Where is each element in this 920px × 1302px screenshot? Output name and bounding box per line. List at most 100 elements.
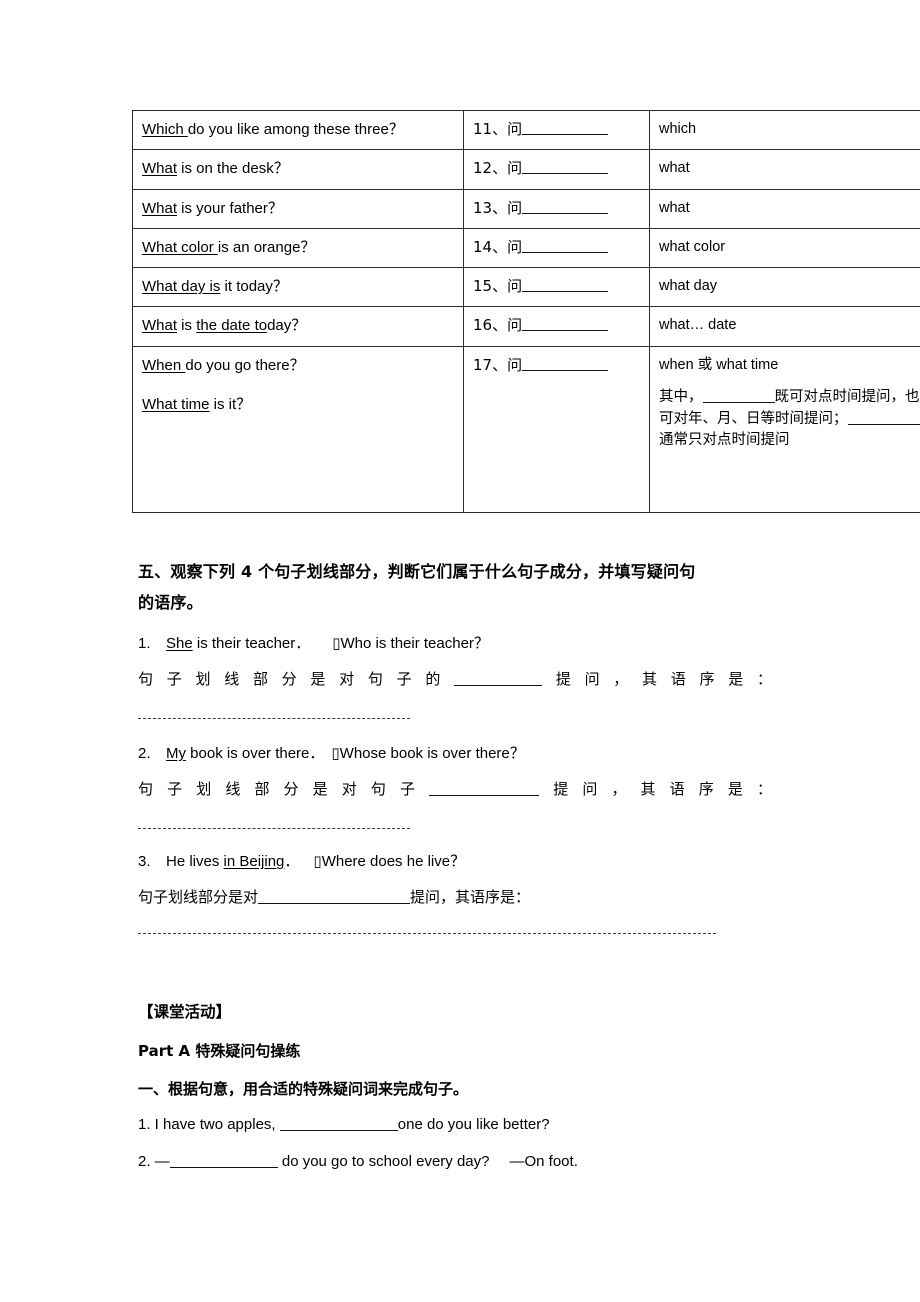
section-five-heading-line1: 五、观察下列 4 个句子划线部分，判断它们属于什么句子成分，并填写疑问句 xyxy=(138,562,696,581)
number-cell: 15、问 xyxy=(463,266,650,308)
document-page: Which do you like among these three？ 11、… xyxy=(0,0,920,1302)
answer-text: what day xyxy=(659,278,718,294)
english-cell: What is your father？ xyxy=(132,188,464,229)
sentence-pre: He lives xyxy=(166,853,224,870)
answer-cell: what day xyxy=(649,266,920,308)
activity-part-label: Part A 特殊疑问句操练 xyxy=(138,1042,301,1060)
english-cell: What day is it today？ xyxy=(132,266,464,308)
answer-note: 其中， 既可对点时间提问，也可对年、月、日等时间提问；通常只对点时间提问 xyxy=(659,388,920,449)
row-number-label: 16、问 xyxy=(473,316,523,335)
fill-blank[interactable] xyxy=(522,355,609,371)
english-sentence: What is the date today？ xyxy=(142,317,307,335)
row-number-label: 11、问 xyxy=(473,120,523,138)
english-sentence-2: What time is it？ xyxy=(142,395,252,413)
table-body: Which do you like among these three？ 11、… xyxy=(132,109,920,513)
answer-text: when 或 what time xyxy=(659,356,779,373)
question-words-table: Which do you like among these three？ 11、… xyxy=(132,109,920,513)
number-cell: 12、问 xyxy=(463,149,650,190)
derived-question: Where does he live？ xyxy=(321,853,466,870)
fill-blank[interactable] xyxy=(454,670,543,686)
number-cell: 16、问 xyxy=(463,306,650,347)
english-cell: What is on the desk？ xyxy=(132,149,464,190)
row-number-label: 15、问 xyxy=(473,277,523,295)
table-row: When do you go there？ What time is it？ 1… xyxy=(132,345,920,513)
exercise-prompt-2: 句子划线部分是对句子 提问，其语序是： xyxy=(138,778,772,799)
arrow-glyph: ▯ xyxy=(331,744,340,762)
fill-blank[interactable] xyxy=(522,315,609,332)
answer-rule-1[interactable] xyxy=(138,718,410,719)
number-cell: 17、问 xyxy=(463,345,650,513)
answer-cell: what xyxy=(649,188,920,229)
answer-cell: which xyxy=(649,109,920,151)
arrow-glyph: ▯ xyxy=(332,634,341,652)
prompt-pre: 句子划线部分是对句子的 xyxy=(138,670,455,688)
table-row: What color is an orange？ 14、问 what color xyxy=(132,227,920,269)
activity-question-2: 2. — do you go to school every day? —On f… xyxy=(138,1152,578,1170)
fill-blank[interactable] xyxy=(522,237,609,253)
number-cell: 13、问 xyxy=(463,188,650,229)
fill-blank[interactable] xyxy=(429,780,540,796)
answer-cell: what color xyxy=(649,227,920,269)
english-sentence: What color is an orange？ xyxy=(142,238,316,256)
english-cell: When do you go there？ What time is it？ xyxy=(132,345,464,513)
sentence-rest: is their teacher． xyxy=(192,635,311,652)
question-mid: do you go to school every day? xyxy=(277,1153,490,1170)
question-post: —On foot. xyxy=(509,1153,578,1170)
derived-question: Whose book is over there？ xyxy=(339,745,525,762)
english-sentence: What is your father？ xyxy=(142,199,283,217)
answer-cell: what… date xyxy=(649,306,920,347)
table-row: What is on the desk？ 12、问 what xyxy=(132,149,920,190)
english-sentence: When do you go there？ xyxy=(142,356,305,374)
table-row: What is your father？ 13、问 what xyxy=(132,188,920,229)
item-number: 3. xyxy=(138,853,151,870)
row-number-label: 14、问 xyxy=(473,237,523,256)
answer-text: which xyxy=(659,121,697,137)
underlined-part: She xyxy=(166,635,193,652)
sentence-rest: ． xyxy=(284,853,300,870)
fill-blank[interactable] xyxy=(279,1115,398,1131)
item-number: 1. xyxy=(138,635,151,652)
prompt-post: 提问，其语序是： xyxy=(539,780,772,798)
fill-blank[interactable] xyxy=(258,888,411,904)
prompt-post: 提问，其语序是： xyxy=(542,670,772,688)
fill-blank[interactable] xyxy=(522,276,609,292)
derived-question: Who is their teacher？ xyxy=(340,635,489,652)
question-pre: 1. I have two apples, xyxy=(138,1116,280,1133)
activity-question-1: 1. I have two apples, one do you like be… xyxy=(138,1115,550,1133)
exercise-item-2: 2. My book is over there． ▯Whose book is o… xyxy=(138,742,525,763)
answer-cell: when 或 what time 其中， 既可对点时间提问，也可对年、月、日等时间… xyxy=(649,345,920,513)
english-sentence: What day is it today？ xyxy=(142,278,288,295)
fill-blank[interactable] xyxy=(169,1152,278,1168)
exercise-item-1: 1. She is their teacher． ▯Who is their tea… xyxy=(138,632,489,653)
english-cell: What is the date today？ xyxy=(132,306,464,347)
number-cell: 11、问 xyxy=(463,109,650,151)
answer-rule-2[interactable] xyxy=(138,828,410,829)
fill-blank[interactable] xyxy=(522,158,609,175)
underlined-part: in Beijing xyxy=(223,853,285,870)
exercise-prompt-3: 句子划线部分是对 提问，其语序是： xyxy=(138,886,530,907)
english-cell: What color is an orange？ xyxy=(132,227,464,269)
answer-text: what xyxy=(659,160,690,177)
answer-rule-3[interactable] xyxy=(138,933,716,934)
exercise-prompt-1: 句子划线部分是对句子的 提问，其语序是： xyxy=(138,668,772,689)
row-number-label: 13、问 xyxy=(473,198,523,217)
row-number-label: 12、问 xyxy=(473,159,523,178)
question-post: one do you like better? xyxy=(397,1116,550,1133)
fill-blank[interactable] xyxy=(522,119,609,135)
english-sentence: Which do you like among these three？ xyxy=(142,121,404,138)
prompt-pre: 句子划线部分是对 xyxy=(138,888,259,906)
question-pre: 2. — xyxy=(138,1153,170,1170)
english-cell: Which do you like among these three？ xyxy=(132,109,464,151)
row-number-label: 17、问 xyxy=(473,355,523,374)
prompt-post: 提问，其语序是： xyxy=(410,888,531,906)
section-five-heading: 五、观察下列 4 个句子划线部分，判断它们属于什么句子成分，并填写疑问句 的语序… xyxy=(138,556,838,618)
english-sentence: What is on the desk？ xyxy=(142,160,289,178)
answer-text: what xyxy=(659,199,690,216)
table-row: What day is it today？ 15、问 what day xyxy=(132,266,920,308)
prompt-pre: 句子划线部分是对句子 xyxy=(138,780,430,798)
fill-blank[interactable] xyxy=(522,198,609,214)
table-row: What is the date today？ 16、问 what… date xyxy=(132,306,920,347)
answer-cell: what xyxy=(649,149,920,190)
answer-text: what color xyxy=(659,238,726,255)
activity-exercise-heading: 一、根据句意，用合适的特殊疑问词来完成句子。 xyxy=(138,1080,469,1098)
